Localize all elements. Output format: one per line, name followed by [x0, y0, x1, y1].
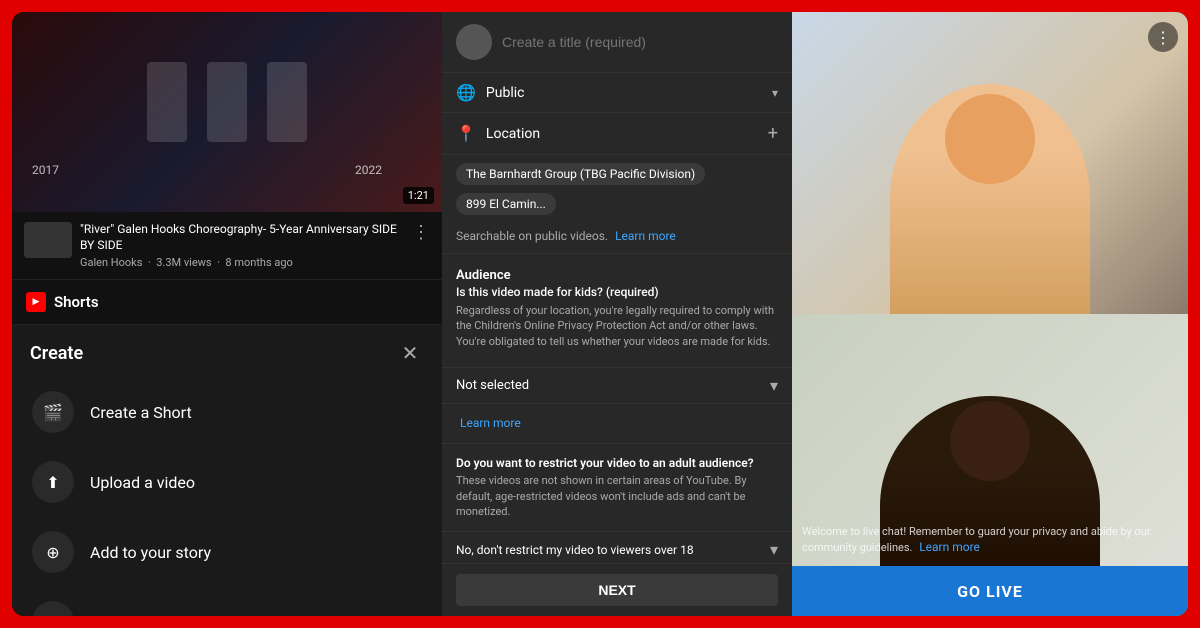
go-live-label: Go live — [90, 613, 138, 616]
privacy-row[interactable]: 🌐 Public ▾ — [442, 73, 792, 113]
duration-badge: 1:21 — [403, 187, 434, 204]
location-tags: The Barnhardt Group (TBG Pacific Divisio… — [442, 155, 792, 223]
shorts-label: Shorts — [54, 293, 99, 311]
middle-panel: 🌐 Public ▾ 📍 Location + The Barnhardt Gr… — [442, 12, 792, 616]
pin-icon: 📍 — [456, 124, 476, 143]
chat-learn-more[interactable]: Learn more — [919, 540, 980, 554]
no-restrict-chevron-icon: ▾ — [770, 540, 778, 559]
learn-more-link-1[interactable]: Learn more — [615, 229, 676, 243]
create-header: Create ✕ — [12, 325, 442, 377]
no-restrict-row[interactable]: No, don't restrict my video to viewers o… — [442, 531, 792, 563]
audience-not-selected: Not selected — [456, 378, 770, 393]
learn-more-link-2[interactable]: Learn more — [460, 416, 521, 430]
go-live-text: GO LIVE — [957, 582, 1023, 601]
avatar — [456, 24, 492, 60]
year-left: 2017 — [32, 163, 59, 177]
location-tag-2[interactable]: 899 El Camin... — [456, 193, 556, 215]
video-title: "River" Galen Hooks Choreography- 5-Year… — [80, 222, 404, 253]
create-short-option[interactable]: 🎬 Create a Short — [12, 377, 442, 447]
thumbnail-figures — [147, 62, 307, 162]
top-video-feed — [792, 12, 1188, 314]
next-button[interactable]: NEXT — [456, 574, 778, 606]
audience-chevron-icon: ▾ — [770, 376, 778, 395]
upload-label: Upload a video — [90, 473, 195, 492]
upload-video-option[interactable]: ⬆ Upload a video — [12, 447, 442, 517]
divider-1 — [442, 253, 792, 254]
right-panel: ⋮ Welcome to live chat! Remember to guar… — [792, 12, 1188, 616]
adult-restriction-section: Do you want to restrict your video to an… — [442, 448, 792, 527]
title-input[interactable] — [502, 34, 778, 50]
add-story-option[interactable]: ⊕ Add to your story — [12, 517, 442, 587]
audience-section-title: Audience — [456, 268, 778, 283]
person-bottom-head — [950, 401, 1030, 481]
shorts-header: Shorts — [12, 280, 442, 325]
add-location-button[interactable]: + — [768, 123, 778, 144]
video-meta: "River" Galen Hooks Choreography- 5-Year… — [80, 222, 404, 269]
scrollable-content: Searchable on public videos. Learn more … — [442, 223, 792, 563]
location-label: Location — [486, 126, 758, 142]
go-live-option[interactable]: ((·)) Go live — [12, 587, 442, 616]
no-restrict-label: No, don't restrict my video to viewers o… — [456, 543, 770, 557]
add-story-icon: ⊕ — [46, 543, 59, 562]
person-top-head — [945, 94, 1035, 184]
go-live-icon: ((·)) — [43, 615, 63, 616]
figure-1 — [147, 62, 187, 142]
close-button[interactable]: ✕ — [396, 339, 424, 367]
searchable-note: Searchable on public videos. Learn more — [442, 223, 792, 249]
adult-question-title: Do you want to restrict your video to an… — [456, 456, 778, 470]
upload-icon-circle: ⬆ — [32, 461, 74, 503]
adult-question-desc: These videos are not shown in certain ar… — [456, 473, 778, 519]
upload-icon: ⬆ — [46, 473, 59, 492]
create-short-label: Create a Short — [90, 403, 192, 422]
audience-section: Audience Is this video made for kids? (r… — [442, 258, 792, 367]
year-right: 2022 — [355, 163, 382, 177]
next-button-row: NEXT — [442, 563, 792, 616]
create-short-icon-circle: 🎬 — [32, 391, 74, 433]
go-live-bar[interactable]: GO LIVE — [792, 566, 1188, 616]
location-tag-1[interactable]: The Barnhardt Group (TBG Pacific Divisio… — [456, 163, 705, 185]
go-live-icon-circle: ((·)) — [32, 601, 74, 616]
thumbnail-bg: 2017 2022 1:21 — [12, 12, 442, 212]
globe-icon: 🌐 — [456, 83, 476, 102]
video-info-row: "River" Galen Hooks Choreography- 5-Year… — [12, 212, 442, 280]
create-panel-title: Create — [30, 343, 83, 364]
more-options-button[interactable]: ⋮ — [1148, 22, 1178, 52]
create-panel: Create ✕ 🎬 Create a Short ⬆ Upload a vid… — [12, 325, 442, 616]
video-more-button[interactable]: ⋮ — [412, 222, 430, 243]
location-row: 📍 Location + — [442, 113, 792, 155]
upload-header — [442, 12, 792, 73]
create-options-list: 🎬 Create a Short ⬆ Upload a video ⊕ — [12, 377, 442, 616]
figure-2 — [207, 62, 247, 142]
divider-2 — [442, 443, 792, 444]
audience-question: Is this video made for kids? (required) — [456, 285, 778, 299]
video-thumbnail-area: 2017 2022 1:21 — [12, 12, 442, 212]
add-story-icon-circle: ⊕ — [32, 531, 74, 573]
left-panel: 2017 2022 1:21 "River" Galen Hooks Chore… — [12, 12, 442, 616]
main-container: 2017 2022 1:21 "River" Galen Hooks Chore… — [12, 12, 1188, 616]
chat-overlay: Welcome to live chat! Remember to guard … — [802, 524, 1178, 556]
video-sub: Galen Hooks · 3.3M views · 8 months ago — [80, 256, 404, 269]
audience-description: Regardless of your location, you're lega… — [456, 303, 778, 349]
learn-more-block-1: Learn more — [442, 404, 792, 439]
video-thumb-small — [24, 222, 72, 258]
person-top-body — [890, 84, 1090, 314]
figure-3 — [267, 62, 307, 142]
add-story-label: Add to your story — [90, 543, 211, 562]
create-short-icon: 🎬 — [43, 403, 63, 422]
privacy-label: Public — [486, 85, 762, 101]
chevron-down-icon: ▾ — [772, 86, 778, 100]
audience-select-row[interactable]: Not selected ▾ — [442, 367, 792, 404]
shorts-icon — [26, 292, 46, 312]
